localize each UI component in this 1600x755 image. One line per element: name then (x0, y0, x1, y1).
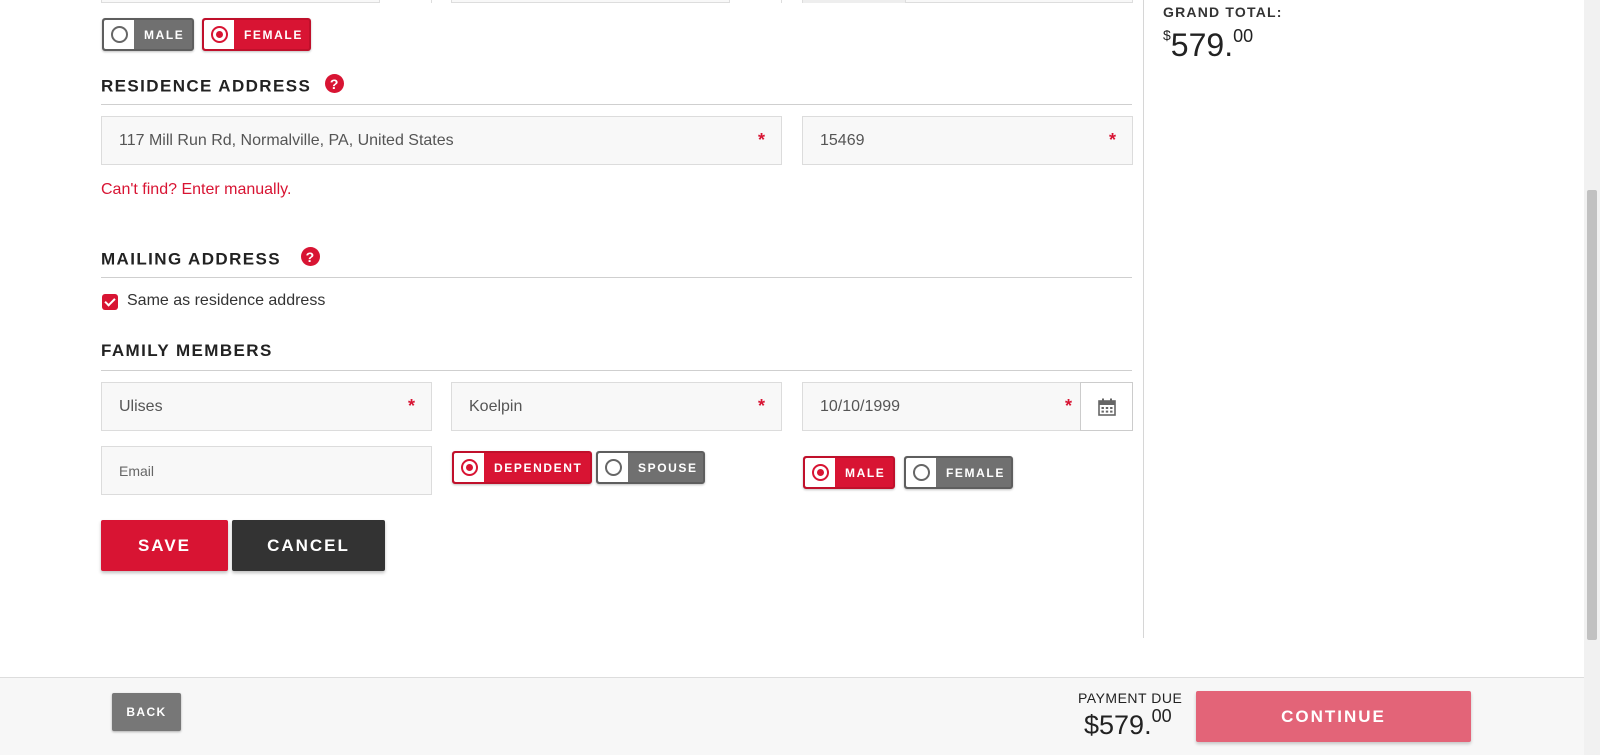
radio-box (454, 453, 484, 482)
mailing-address-title: MAILING ADDRESS ? (101, 247, 321, 270)
grand-total-label: GRAND TOTAL: (1163, 4, 1283, 20)
clipped-field-addon (729, 0, 781, 3)
payment-due-amount: $579.00 (1084, 706, 1172, 741)
relation-spouse-radio[interactable]: SPOUSE (596, 451, 705, 484)
payment-due-whole: $579. (1084, 710, 1152, 740)
relation-spouse-label: SPOUSE (638, 460, 698, 475)
calendar-button[interactable] (1080, 382, 1133, 431)
radio-circle-icon (110, 26, 128, 43)
required-asterisk-icon: * (407, 396, 415, 416)
relation-dependent-radio[interactable]: DEPENDENT (452, 451, 592, 484)
grand-total-cents: 00 (1233, 26, 1254, 46)
section-divider (101, 104, 1132, 105)
family-members-title: FAMILY MEMBERS (101, 341, 273, 360)
family-gender-male-radio[interactable]: MALE (803, 456, 895, 489)
back-button[interactable]: BACK (112, 693, 181, 731)
payment-due-cents: 00 (1151, 706, 1172, 726)
required-asterisk-icon: * (757, 396, 765, 416)
grand-total-whole: 579. (1170, 27, 1234, 63)
cancel-button[interactable]: CANCEL (232, 520, 385, 571)
family-email-field[interactable] (101, 446, 432, 495)
family-gender-female-radio[interactable]: FEMALE (904, 456, 1013, 489)
required-asterisk-icon: * (1064, 396, 1072, 416)
radio-circle-icon (210, 26, 228, 43)
section-divider (101, 277, 1132, 278)
page: MALE FEMALE RESIDENCE ADDRESS ? 117 Mill… (0, 0, 1600, 755)
enter-manually-link[interactable]: Can't find? Enter manually. (101, 181, 291, 199)
radio-box (104, 20, 134, 49)
radio-circle-icon (460, 459, 478, 476)
currency-symbol: $ (1163, 27, 1171, 43)
family-last-name-value: Koelpin (469, 397, 523, 415)
help-icon[interactable]: ? (325, 74, 345, 93)
scrollbar-thumb[interactable] (1587, 190, 1597, 640)
residence-address-title: RESIDENCE ADDRESS ? (101, 74, 345, 97)
gender-female-label: FEMALE (244, 27, 303, 42)
family-first-name-field[interactable]: Ulises * (101, 382, 432, 431)
radio-box (906, 458, 936, 487)
radio-circle-icon (811, 464, 829, 481)
residence-address-field[interactable]: 117 Mill Run Rd, Normalville, PA, United… (101, 116, 782, 165)
grand-total-amount: $579.00 (1163, 26, 1253, 64)
same-as-residence-checkbox[interactable] (102, 294, 118, 310)
family-gender-male-label: MALE (845, 465, 886, 480)
relation-dependent-label: DEPENDENT (494, 460, 583, 475)
radio-circle-icon (912, 464, 930, 481)
radio-circle-icon (604, 459, 622, 476)
clipped-field-addon (379, 0, 431, 3)
family-last-name-field[interactable]: Koelpin * (451, 382, 782, 431)
mailing-title-text: MAILING ADDRESS (101, 249, 281, 269)
clipped-field-2[interactable] (451, 0, 782, 3)
family-dob-field[interactable]: 10/10/1999 * (802, 382, 1081, 431)
family-dob-value: 10/10/1999 (820, 397, 901, 415)
save-button[interactable]: SAVE (101, 520, 228, 571)
residence-zip-field[interactable]: 15469 * (802, 116, 1133, 165)
radio-box (805, 458, 835, 487)
help-icon[interactable]: ? (301, 247, 321, 266)
gender-female-radio[interactable]: FEMALE (202, 18, 311, 51)
family-gender-female-label: FEMALE (946, 465, 1005, 480)
calendar-icon (1097, 398, 1116, 416)
email-input[interactable] (119, 462, 431, 479)
continue-button[interactable]: CONTINUE (1196, 691, 1471, 742)
residence-address-value: 117 Mill Run Rd, Normalville, PA, United… (119, 131, 454, 149)
gender-male-label: MALE (144, 27, 185, 42)
radio-box (598, 453, 628, 482)
radio-box (204, 20, 234, 49)
clipped-field-addon (803, 0, 906, 3)
family-first-name-value: Ulises (119, 397, 163, 415)
summary-divider (1143, 0, 1144, 638)
required-asterisk-icon: * (1108, 130, 1116, 150)
required-asterisk-icon: * (757, 130, 765, 150)
gender-male-radio[interactable]: MALE (102, 18, 194, 51)
residence-title-text: RESIDENCE ADDRESS (101, 76, 312, 96)
clipped-field-1[interactable] (101, 0, 432, 3)
residence-zip-value: 15469 (820, 131, 865, 149)
same-as-residence-label[interactable]: Same as residence address (127, 292, 325, 310)
section-divider (101, 370, 1132, 371)
clipped-field-3[interactable] (802, 0, 1133, 3)
payment-due-label: PAYMENT DUE (1078, 690, 1183, 706)
